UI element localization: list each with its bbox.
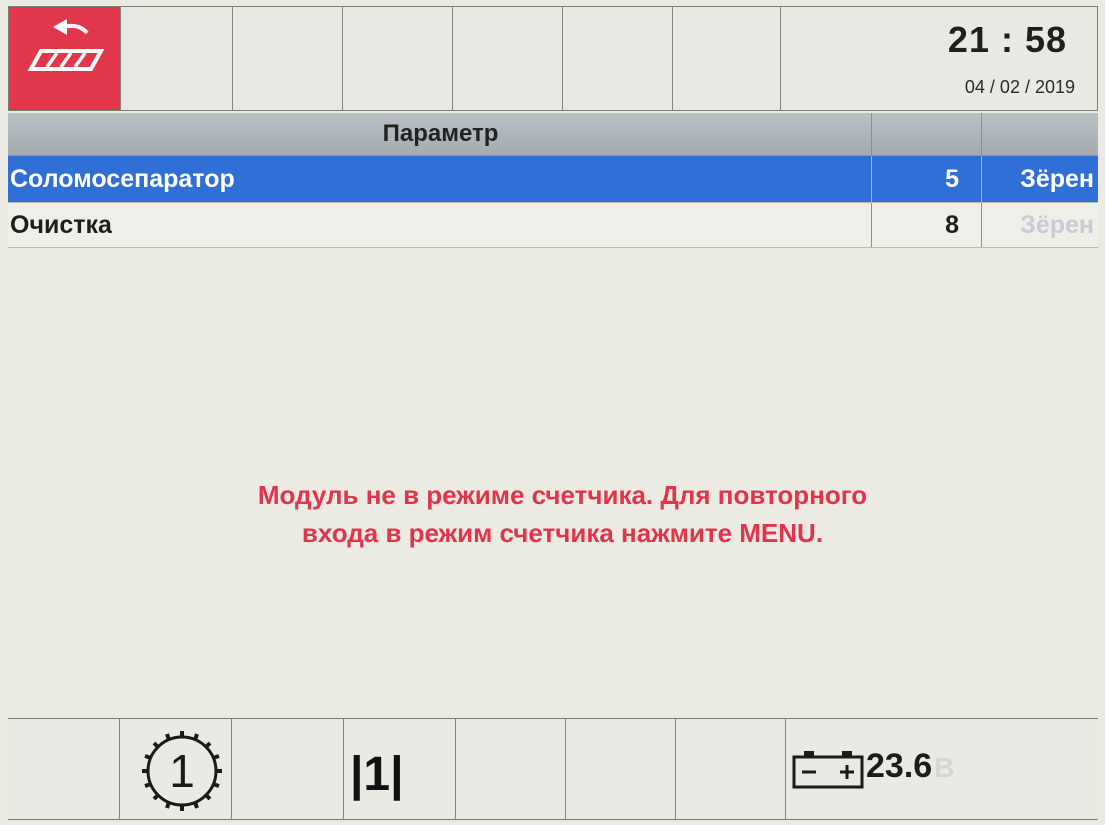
softkey-2[interactable] xyxy=(121,7,233,110)
row-unit: Зёрен xyxy=(1020,210,1094,239)
bottom-softkey-1[interactable] xyxy=(8,719,120,819)
battery-status: 23.6В xyxy=(786,719,1098,819)
top-softkey-bar: 21 : 58 04 / 02 / 2019 xyxy=(8,6,1098,111)
table-row[interactable]: Очистка 8 Зёрен xyxy=(8,203,1098,248)
gear-1-icon: 1 xyxy=(142,731,222,811)
message-line-2-end: . xyxy=(815,518,824,548)
auger-return-icon xyxy=(27,19,105,71)
bottom-softkey-5[interactable] xyxy=(456,719,566,819)
bottom-softkey-6[interactable] xyxy=(566,719,676,819)
voltage-unit: В xyxy=(934,752,955,783)
softkey-6[interactable] xyxy=(563,7,673,110)
clock-date: 04 / 02 / 2019 xyxy=(964,77,1075,97)
bottom-softkey-3[interactable] xyxy=(232,719,344,819)
row-value: 5 xyxy=(872,156,982,202)
column-header-unit xyxy=(982,113,1098,155)
softkey-3[interactable] xyxy=(233,7,343,110)
table-row[interactable]: Соломосепаратор 5 Зёрен xyxy=(8,156,1098,203)
clock-time: 21 : 58 xyxy=(947,19,1067,60)
track-1-icon: |1| xyxy=(350,748,404,801)
message-line-2-text: входа в режим счетчика нажмите xyxy=(301,518,740,548)
status-message: Модуль не в режиме счетчика. Для повторн… xyxy=(0,476,1105,552)
back-button[interactable] xyxy=(9,7,121,110)
message-line-2: входа в режим счетчика нажмите MENU. xyxy=(0,514,1105,552)
table-header: Параметр xyxy=(8,113,1098,156)
row-unit: Зёрен xyxy=(1020,164,1094,193)
row-value: 8 xyxy=(872,203,982,247)
clock: 21 : 58 04 / 02 / 2019 xyxy=(781,7,1097,110)
screen: 21 : 58 04 / 02 / 2019 Параметр Соломосе… xyxy=(0,0,1105,825)
bottom-softkey-bar: 1 |1| 23.6В xyxy=(8,718,1098,820)
svg-text:1: 1 xyxy=(169,745,195,797)
voltage-value: 23.6 xyxy=(866,747,933,785)
softkey-4[interactable] xyxy=(343,7,453,110)
row-param: Очистка xyxy=(8,203,872,247)
column-header-param: Параметр xyxy=(8,113,872,155)
row-param: Соломосепаратор xyxy=(8,156,872,202)
bottom-softkey-7[interactable] xyxy=(676,719,786,819)
softkey-7[interactable] xyxy=(673,7,781,110)
softkey-5[interactable] xyxy=(453,7,563,110)
gear-button[interactable]: 1 xyxy=(120,719,232,819)
message-line-1: Модуль не в режиме счетчика. Для повторн… xyxy=(257,480,868,510)
column-header-value xyxy=(872,113,982,155)
battery-icon xyxy=(792,751,864,789)
parameter-table: Параметр Соломосепаратор 5 Зёрен Очистка… xyxy=(8,113,1098,248)
message-menu-key: MENU xyxy=(739,518,816,548)
track-button[interactable]: |1| xyxy=(344,719,456,819)
voltage-readout: 23.6В xyxy=(866,747,954,786)
